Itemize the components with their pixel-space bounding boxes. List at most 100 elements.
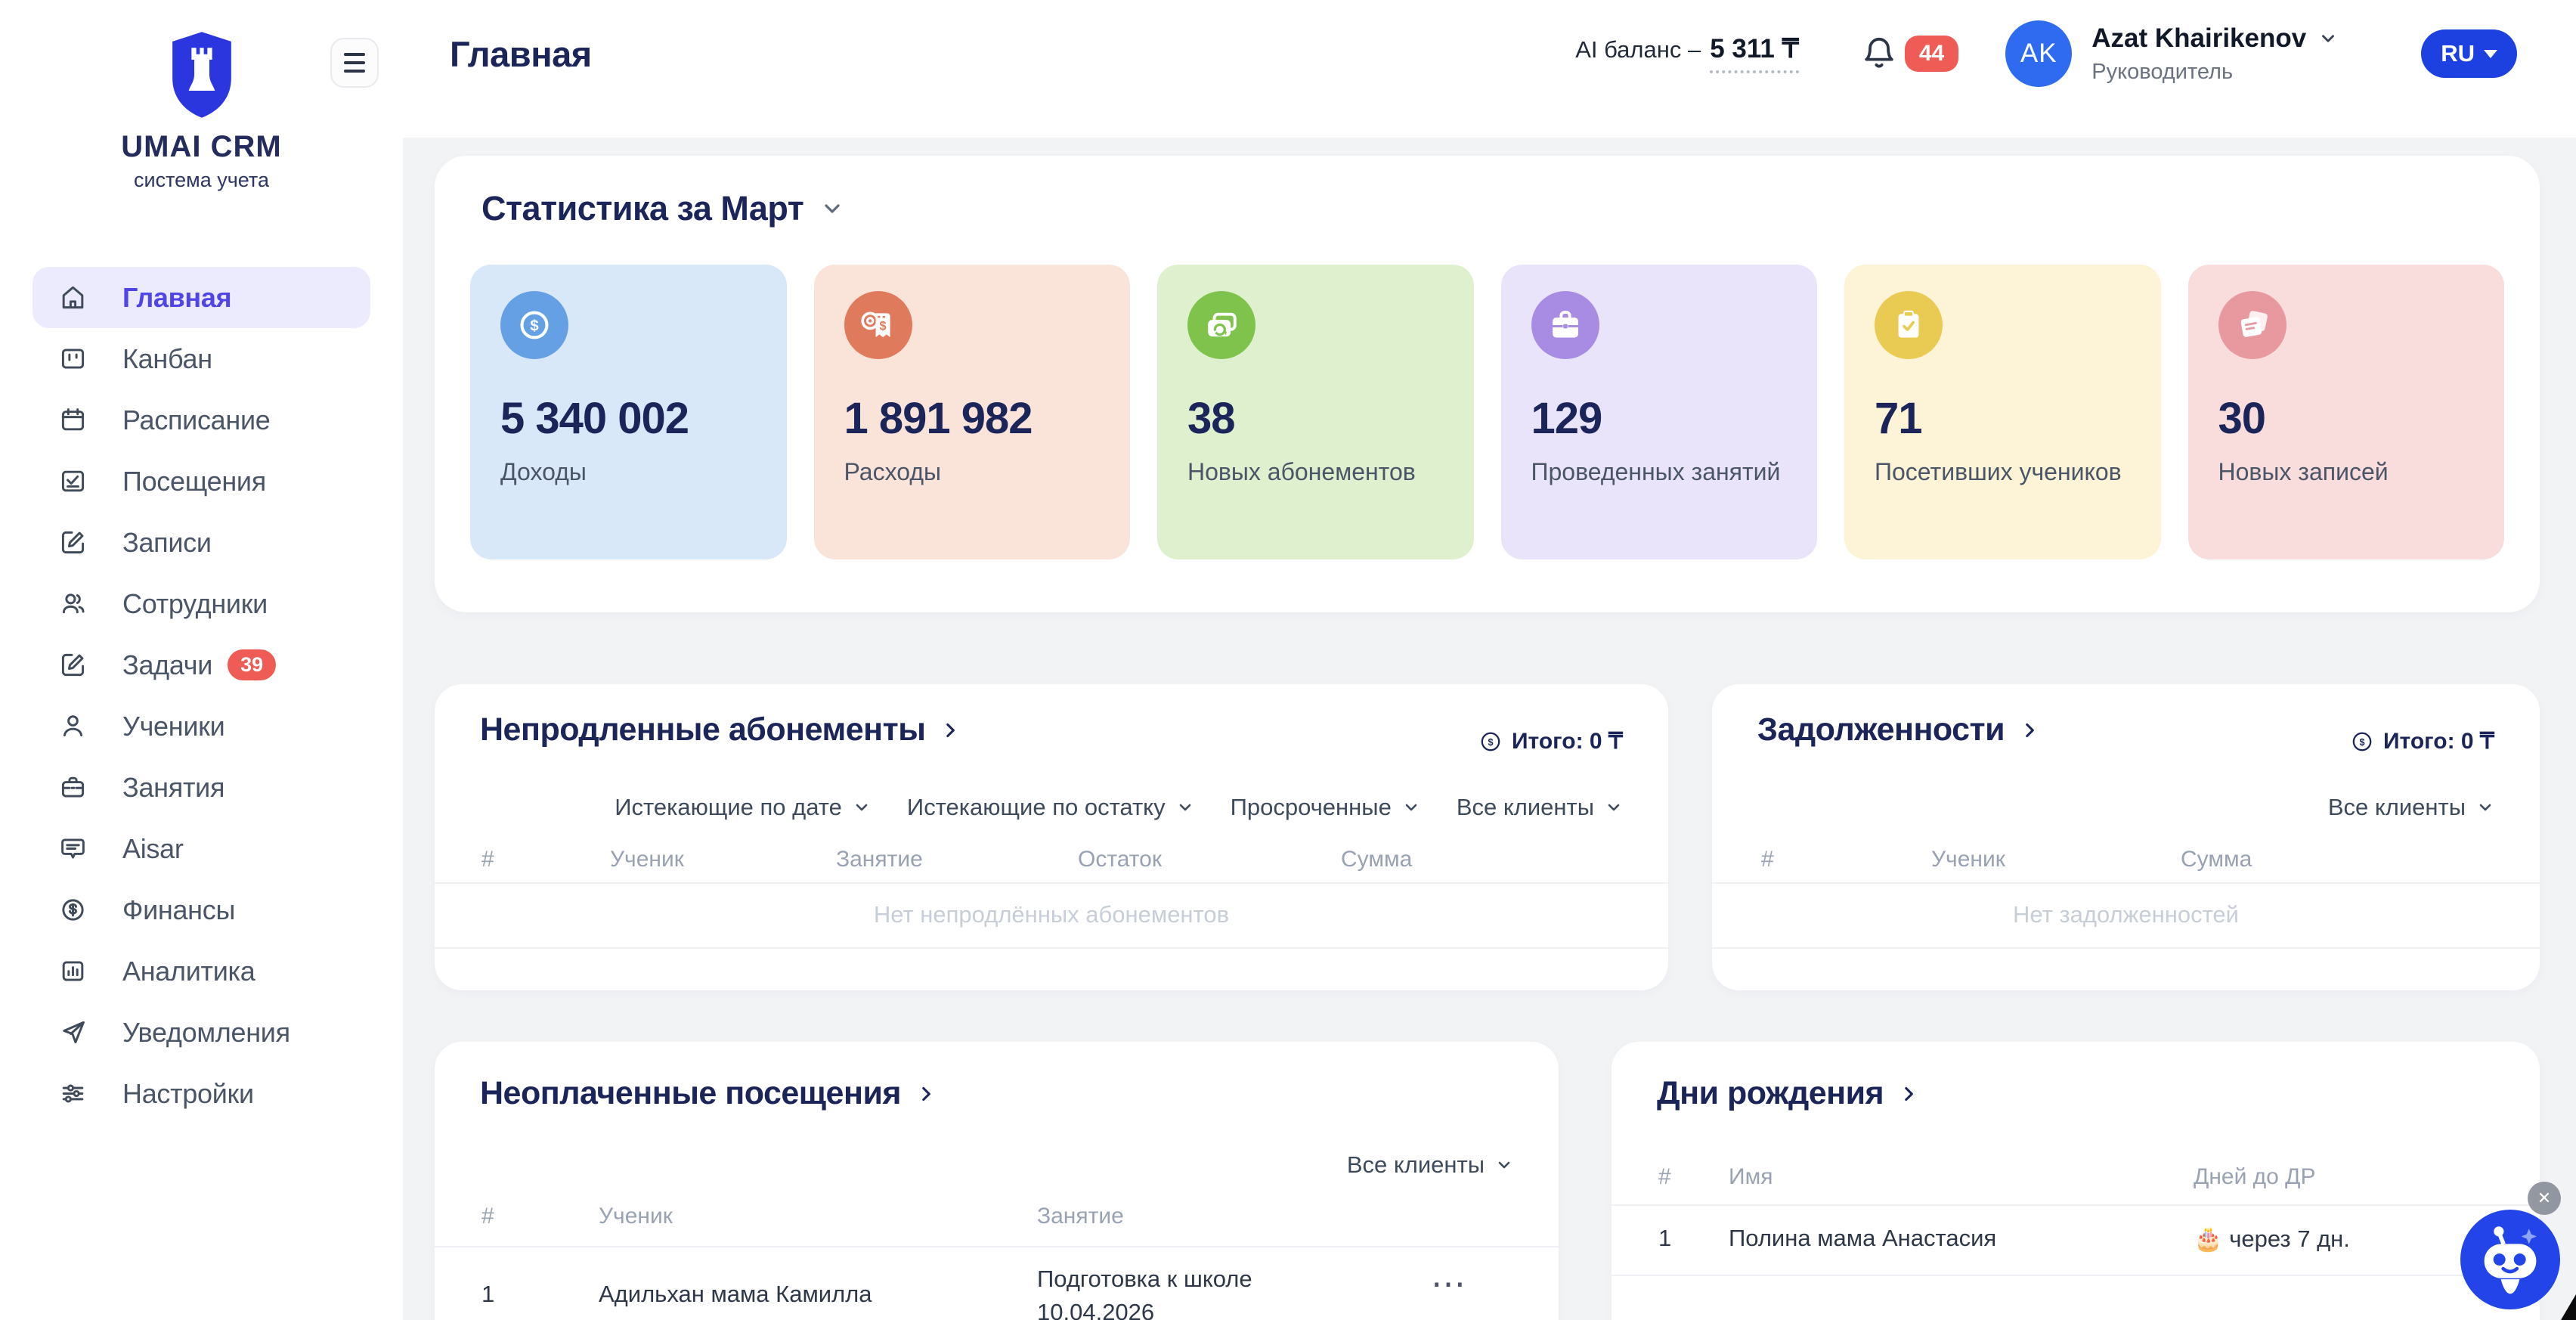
stats-cards: $ 5 340 002 Доходы $ 1 891 982 Расходы — [470, 265, 2504, 559]
svg-text:$: $ — [1488, 736, 1493, 747]
sidebar-item-staff[interactable]: Сотрудники — [33, 573, 370, 634]
subscription-cards-icon — [1187, 291, 1255, 359]
sidebar: UMAI CRM система учета Главная Канбан — [0, 0, 403, 1320]
sliders-icon — [58, 1080, 87, 1108]
user-role: Руководитель — [2091, 60, 2338, 85]
sidebar-item-label: Настройки — [122, 1078, 254, 1110]
unpaid-visits-title-link[interactable]: Неоплаченные посещения — [480, 1075, 936, 1112]
stat-card-income: $ 5 340 002 Доходы — [470, 265, 787, 559]
debts-panel: Задолженности $ Итого: 0 ₸ Все клиенты — [1712, 684, 2540, 990]
sidebar-item-label: Финансы — [122, 894, 235, 926]
svg-text:$: $ — [879, 319, 886, 333]
filter-all-clients[interactable]: Все клиенты — [2328, 794, 2494, 821]
row-number: 1 — [481, 1281, 494, 1308]
stat-value: 38 — [1187, 393, 1235, 444]
stat-value: 30 — [2218, 393, 2266, 444]
filter-expiring-by-balance[interactable]: Истекающие по остатку — [907, 794, 1194, 821]
sidebar-item-label: Расписание — [122, 404, 270, 436]
calendar-icon — [58, 406, 87, 435]
sidebar-item-analytics[interactable]: Аналитика — [33, 940, 370, 1002]
notifications-count-badge: 44 — [1905, 36, 1958, 72]
unpaid-visits-panel: Неоплаченные посещения Все клиенты # Уче… — [435, 1042, 1559, 1320]
coin-icon: $ — [1478, 730, 1503, 754]
birthdays-panel: Дни рождения # Имя Дней до ДР 1 Полина м… — [1612, 1042, 2540, 1320]
stat-card-visited: 71 Посетивших учеников — [1844, 265, 2161, 559]
stat-card-new-records: 30 Новых записей — [2188, 265, 2505, 559]
sidebar-item-aisar[interactable]: Aisar — [33, 818, 370, 879]
tasks-count-badge: 39 — [228, 649, 276, 680]
unpaid-filters: Все клиенты — [1347, 1151, 1513, 1179]
chat-bot-button[interactable] — [2460, 1210, 2560, 1309]
chevron-down-icon — [2318, 29, 2338, 48]
users-icon — [58, 590, 87, 618]
stat-label: Проведенных занятий — [1531, 455, 1795, 488]
notifications-button[interactable]: 44 — [1861, 36, 1958, 72]
chevron-down-icon — [1402, 798, 1420, 816]
debts-title-link[interactable]: Задолженности — [1757, 711, 2039, 748]
sidebar-item-label: Уведомления — [122, 1017, 290, 1049]
sidebar-item-label: Ученики — [122, 711, 224, 742]
stat-value: 71 — [1875, 393, 1922, 444]
subscriptions-filters: Истекающие по дате Истекающие по остатку… — [615, 794, 1623, 821]
sidebar-item-students[interactable]: Ученики — [33, 696, 370, 757]
sidebar-item-label: Главная — [122, 282, 231, 314]
briefcase-icon — [58, 773, 87, 802]
menu-toggle-button[interactable] — [330, 38, 379, 88]
edit-square-icon — [58, 528, 87, 557]
stat-card-subscriptions: 38 Новых абонементов — [1157, 265, 1474, 559]
empty-state: Нет непродлённых абонементов — [435, 882, 1668, 947]
avatar: AK — [2005, 20, 2072, 87]
stat-label: Посетивших учеников — [1875, 455, 2138, 488]
filter-expiring-by-date[interactable]: Истекающие по дате — [615, 794, 871, 821]
home-icon — [58, 284, 87, 312]
sidebar-item-notifications[interactable]: Уведомления — [33, 1002, 370, 1063]
sidebar-item-label: Записи — [122, 527, 212, 559]
sidebar-item-label: Аналитика — [122, 956, 255, 987]
subscriptions-panel: Непродленные абонементы $ Итого: 0 ₸ Ист… — [435, 684, 1668, 990]
stat-label: Доходы — [500, 455, 764, 488]
sidebar-item-visits[interactable]: Посещения — [33, 451, 370, 512]
chevron-down-icon — [1176, 798, 1194, 816]
sidebar-item-tasks[interactable]: Задачи 39 — [33, 634, 370, 696]
filter-all-clients[interactable]: Все клиенты — [1457, 794, 1623, 821]
sidebar-nav: Главная Канбан Расписание Посещения — [33, 267, 370, 1124]
sidebar-item-label: Канбан — [122, 343, 212, 375]
sidebar-item-home[interactable]: Главная — [33, 267, 370, 328]
panel-title: Задолженности — [1757, 711, 2005, 748]
mouse-cursor — [2561, 1294, 2576, 1320]
topbar: Главная AI баланс – 5 311 ₸ 44 AK Azat K… — [403, 0, 2576, 138]
chevron-down-icon — [853, 798, 871, 816]
stat-label: Расходы — [844, 455, 1108, 488]
sidebar-item-lessons[interactable]: Занятия — [33, 757, 370, 818]
more-menu-icon[interactable]: ⋯ — [1431, 1269, 1467, 1299]
filter-overdue[interactable]: Просроченные — [1231, 794, 1420, 821]
panel-title: Дни рождения — [1657, 1075, 1884, 1112]
sidebar-item-kanban[interactable]: Канбан — [33, 328, 370, 389]
empty-state: Нет задолженностей — [1712, 882, 2540, 947]
stats-period-dropdown[interactable]: Статистика за Март — [481, 189, 844, 228]
edit-square-icon — [58, 651, 87, 680]
sidebar-item-label: Задачи — [122, 649, 212, 681]
sidebar-item-finance[interactable]: Финансы — [33, 879, 370, 940]
chevron-down-icon — [1495, 1156, 1513, 1174]
birthdays-title-link[interactable]: Дни рождения — [1657, 1075, 1918, 1112]
student-name: Адильхан мама Камилла — [599, 1281, 872, 1308]
subscriptions-title-link[interactable]: Непродленные абонементы — [480, 711, 960, 748]
stat-value: 1 891 982 — [844, 393, 1033, 444]
sidebar-item-schedule[interactable]: Расписание — [33, 389, 370, 451]
ai-balance-link[interactable]: AI баланс – 5 311 ₸ — [1575, 34, 1799, 73]
language-button[interactable]: RU — [2421, 29, 2517, 78]
sidebar-item-records[interactable]: Записи — [33, 512, 370, 573]
chat-close-button[interactable] — [2528, 1182, 2561, 1215]
stats-panel: Статистика за Март $ 5 340 002 Доходы $ — [435, 156, 2540, 612]
chevron-right-icon — [1899, 1084, 1918, 1104]
panel-title: Непродленные абонементы — [480, 711, 925, 748]
filter-all-clients[interactable]: Все клиенты — [1347, 1151, 1513, 1179]
user-menu[interactable]: AK Azat Khairikenov Руководитель — [2005, 20, 2338, 87]
user-name: Azat Khairikenov — [2091, 23, 2306, 54]
chevron-down-icon — [820, 197, 844, 221]
table-row: 1 Адильхан мама Камилла Подготовка к шко… — [435, 1246, 1559, 1320]
debts-total: $ Итого: 0 ₸ — [2350, 728, 2494, 755]
sidebar-item-settings[interactable]: Настройки — [33, 1063, 370, 1124]
chevron-right-icon — [2020, 720, 2039, 740]
